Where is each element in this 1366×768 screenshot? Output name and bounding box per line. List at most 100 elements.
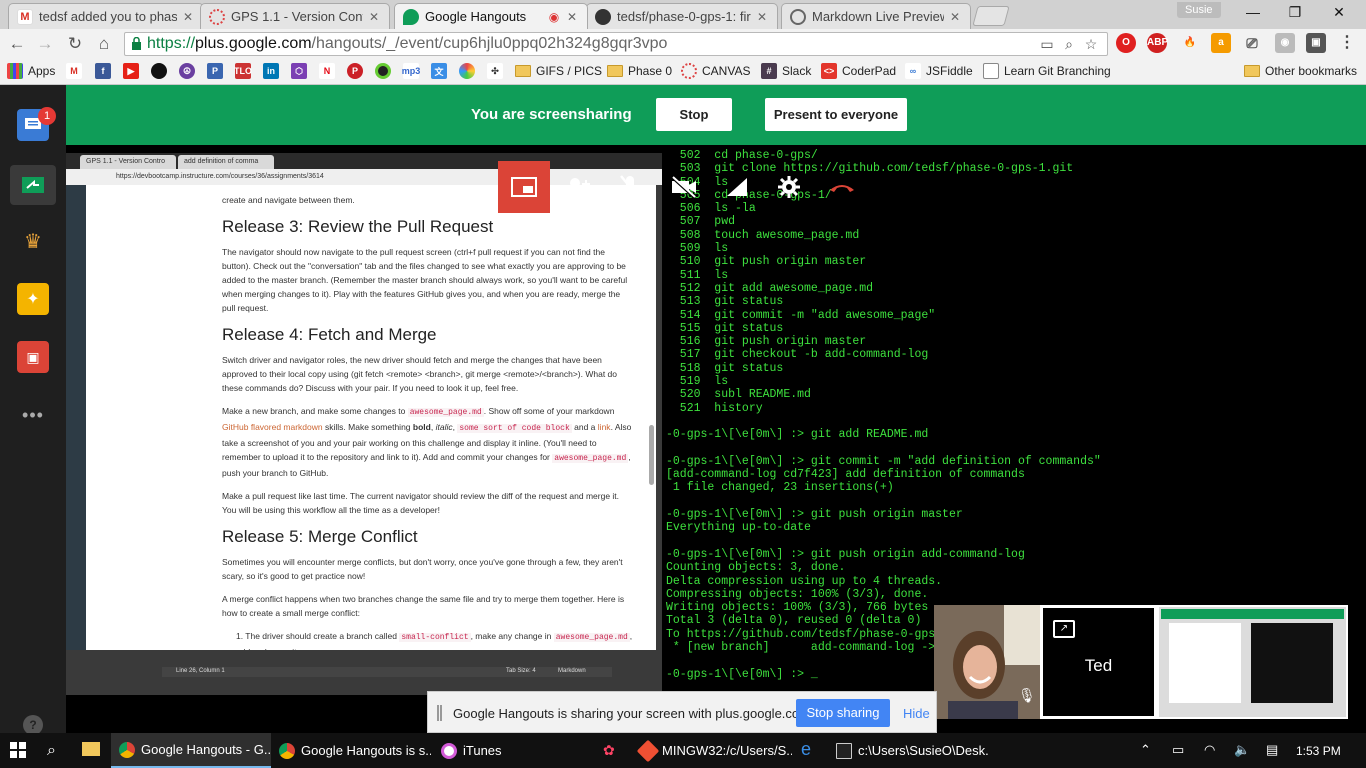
- volume-icon[interactable]: 🔈: [1234, 742, 1250, 758]
- app-star-icon[interactable]: ✦: [17, 283, 49, 315]
- file-explorer-icon[interactable]: [82, 742, 100, 759]
- menu-icon[interactable]: ⋮: [1337, 33, 1357, 53]
- release-4-pr-text: Make a pull request like last time. The …: [222, 491, 620, 515]
- participant-screen-preview[interactable]: [1157, 605, 1348, 719]
- bookmark-jsfiddle[interactable]: ∞ JSFiddle: [905, 62, 973, 80]
- bookmark-pinterest[interactable]: P: [347, 62, 368, 80]
- other-bookmarks[interactable]: Other bookmarks: [1244, 62, 1357, 80]
- stop-button[interactable]: Stop: [656, 98, 732, 131]
- participant-ted[interactable]: ↗ Ted: [1040, 605, 1157, 719]
- bookmark-phase-0[interactable]: Phase 0: [607, 62, 672, 80]
- bookmark-apps[interactable]: Apps: [7, 62, 55, 80]
- maximize-icon[interactable]: ❐: [1274, 0, 1316, 24]
- back-icon[interactable]: ←: [6, 33, 28, 55]
- taskbar-hangouts-sharing-window[interactable]: Google Hangouts is s...: [271, 733, 431, 768]
- show-hidden-icons-icon[interactable]: ⌃: [1140, 742, 1151, 758]
- close-icon[interactable]: ✕: [948, 10, 962, 24]
- bookmark-circle[interactable]: [375, 62, 396, 80]
- bookmark-mp3[interactable]: mp3: [402, 62, 424, 80]
- close-icon[interactable]: ✕: [181, 10, 195, 24]
- screenshare-icon[interactable]: [10, 165, 56, 205]
- address-bar[interactable]: https://plus.google.com/hangouts/_/event…: [124, 32, 1108, 56]
- participant-video-self[interactable]: 🎙: [934, 605, 1040, 719]
- cast-icon[interactable]: ⎚: [1242, 33, 1262, 53]
- opera-icon[interactable]: O: [1116, 33, 1136, 53]
- mute-mic-icon[interactable]: [604, 161, 656, 213]
- home-icon[interactable]: ⌂: [93, 33, 115, 55]
- amazon-icon[interactable]: a: [1211, 33, 1231, 53]
- bookmark-gifs-pics[interactable]: GIFS / PICS: [515, 62, 602, 80]
- bookmark-youtube[interactable]: ▶: [123, 62, 144, 80]
- settings-app-icon[interactable]: ✿: [603, 742, 615, 759]
- wifi-icon[interactable]: ◠: [1204, 742, 1215, 758]
- terminal-line: Delta compression using up to 4 threads.: [666, 574, 943, 588]
- search-icon[interactable]: ⌕: [47, 742, 56, 760]
- bookmark-p[interactable]: P: [207, 62, 228, 80]
- document-scrollbar[interactable]: [649, 425, 654, 485]
- bandwidth-icon[interactable]: [711, 161, 763, 213]
- close-icon[interactable]: ✕: [755, 10, 769, 24]
- extension-icon[interactable]: ▣: [1306, 33, 1326, 53]
- taskbar-command-prompt[interactable]: c:\Users\SusieO\Desk...: [828, 733, 988, 768]
- tab-canvas[interactable]: GPS 1.1 - Version Control ✕: [200, 3, 390, 29]
- windows-start-icon[interactable]: [10, 742, 26, 761]
- bookmark-coderpad[interactable]: <> CoderPad: [821, 62, 896, 80]
- help-icon[interactable]: ?: [17, 709, 49, 733]
- more-apps-icon[interactable]: •••: [17, 399, 49, 431]
- tab-google-hangouts[interactable]: Google Hangouts ◉ ✕: [394, 3, 588, 29]
- bookmark-learn-git-branching[interactable]: Learn Git Branching: [983, 62, 1111, 80]
- bookmark-peace[interactable]: ☮: [179, 62, 200, 80]
- hide-button[interactable]: Hide: [903, 706, 930, 721]
- cast-tab-icon[interactable]: ▭: [1038, 35, 1056, 53]
- tab-github[interactable]: tedsf/phase-0-gps-1: first ✕: [586, 3, 778, 29]
- action-center-icon[interactable]: ▤: [1266, 742, 1278, 758]
- bookmark-slack[interactable]: # Slack: [761, 62, 811, 80]
- bookmark-tlo[interactable]: TLO: [234, 62, 256, 80]
- present-to-everyone-button[interactable]: Present to everyone: [765, 98, 907, 131]
- bookmark-gmail[interactable]: M: [66, 62, 87, 80]
- reload-icon[interactable]: ↻: [64, 33, 86, 55]
- taskbar-mingw32[interactable]: MINGW32:/c/Users/S...: [632, 733, 792, 768]
- settings-gear-icon[interactable]: [763, 161, 815, 213]
- stop-sharing-button[interactable]: Stop sharing: [796, 699, 890, 727]
- bookmark-translate[interactable]: 文: [431, 62, 452, 80]
- release-3-heading: Release 3: Review the Pull Request: [222, 217, 494, 236]
- bookmark-bomb[interactable]: [151, 62, 172, 80]
- bookmark-facebook[interactable]: f: [95, 62, 116, 80]
- screenshare-toggle-icon[interactable]: [498, 161, 550, 213]
- close-icon[interactable]: ✕: [367, 10, 381, 24]
- effects-icon[interactable]: ♛: [17, 225, 49, 257]
- app-hangout-icon[interactable]: ▣: [17, 341, 49, 373]
- adblock-icon[interactable]: ABP: [1147, 33, 1168, 53]
- flame-icon[interactable]: 🔥: [1180, 33, 1200, 53]
- hang-up-icon[interactable]: [816, 161, 868, 213]
- battery-icon[interactable]: ▭: [1172, 742, 1184, 758]
- camera-icon[interactable]: ◉: [1275, 33, 1295, 53]
- tab-gmail[interactable]: M tedsf added you to phase ✕: [8, 3, 204, 29]
- taskbar-hangouts-window[interactable]: Google Hangouts - G...: [111, 733, 271, 768]
- taskbar-clock[interactable]: 1:53 PM: [1296, 744, 1341, 758]
- link-link[interactable]: link: [598, 422, 611, 432]
- terminal-line: 515 git status: [666, 321, 784, 335]
- profile-name[interactable]: Susie: [1177, 2, 1221, 18]
- zoom-icon[interactable]: ⌕: [1060, 35, 1078, 53]
- bookmark-hex[interactable]: ⬡: [291, 62, 312, 80]
- forward-icon[interactable]: →: [34, 33, 56, 55]
- bookmark-linkedin[interactable]: in: [263, 62, 284, 80]
- bookmark-slack-dots[interactable]: ✣: [487, 62, 508, 80]
- minimize-icon[interactable]: —: [1232, 0, 1274, 24]
- close-window-icon[interactable]: ✕: [1318, 0, 1360, 24]
- drag-handle-icon[interactable]: [437, 705, 442, 721]
- video-off-icon[interactable]: [658, 161, 710, 213]
- bookmark-canvas[interactable]: CANVAS: [681, 62, 750, 80]
- bookmark-star-icon[interactable]: ☆: [1082, 35, 1100, 53]
- add-person-icon[interactable]: [552, 161, 604, 213]
- taskbar-itunes[interactable]: iTunes: [433, 733, 583, 768]
- new-tab-button[interactable]: [972, 6, 1010, 26]
- gfm-link[interactable]: GitHub flavored markdown: [222, 422, 323, 432]
- internet-explorer-icon[interactable]: e: [801, 739, 811, 760]
- bookmark-netflix[interactable]: N: [319, 62, 340, 80]
- close-icon[interactable]: ✕: [565, 10, 579, 24]
- tab-markdown-preview[interactable]: Markdown Live Preview ✕: [781, 3, 971, 29]
- bookmark-pinwheel[interactable]: [459, 62, 480, 80]
